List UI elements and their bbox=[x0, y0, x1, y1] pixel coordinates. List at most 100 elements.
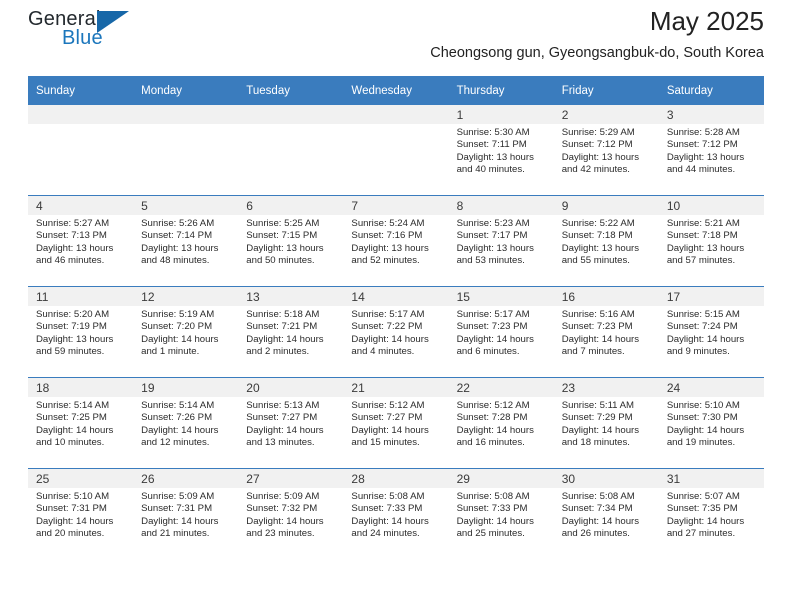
calendar-day[interactable]: 20 Sunrise: 5:13 AM Sunset: 7:27 PM Dayligh… bbox=[238, 378, 344, 468]
sunrise-text: Sunrise: 5:24 AM bbox=[351, 218, 425, 229]
day-details: Sunrise: 5:17 AM Sunset: 7:23 PM Daylight:… bbox=[449, 306, 554, 359]
calendar-day[interactable]: 13 Sunrise: 5:18 AM Sunset: 7:21 PM Dayligh… bbox=[238, 287, 344, 377]
calendar-cell: 25 Sunrise: 5:10 AM Sunset: 7:31 PM Dayligh… bbox=[28, 468, 134, 559]
calendar-day[interactable]: 10 Sunrise: 5:21 AM Sunset: 7:18 PM Dayligh… bbox=[658, 196, 764, 286]
calendar-day[interactable]: 5 Sunrise: 5:26 AM Sunset: 7:14 PM Daylight… bbox=[133, 196, 239, 286]
calendar-day[interactable]: 14 Sunrise: 5:17 AM Sunset: 7:22 PM Dayligh… bbox=[343, 287, 449, 377]
sunset-text: Sunset: 7:14 PM bbox=[141, 230, 213, 242]
sunset-text: Sunset: 7:26 PM bbox=[141, 412, 213, 424]
sunrise-text: Sunrise: 5:11 AM bbox=[561, 400, 635, 411]
daylight-text: Daylight: 13 hours and 50 minutes. bbox=[246, 242, 324, 267]
sunrise-text: Sunrise: 5:09 AM bbox=[141, 491, 215, 502]
day-number: 9 bbox=[553, 196, 659, 215]
calendar-cell: 11 Sunrise: 5:20 AM Sunset: 7:19 PM Dayligh… bbox=[28, 286, 134, 378]
day-number bbox=[343, 105, 449, 124]
calendar-day[interactable]: 26 Sunrise: 5:09 AM Sunset: 7:31 PM Dayligh… bbox=[133, 469, 239, 559]
sunrise-text: Sunrise: 5:18 AM bbox=[246, 309, 320, 320]
calendar-cell bbox=[133, 105, 239, 196]
calendar-cell: 15 Sunrise: 5:17 AM Sunset: 7:23 PM Dayligh… bbox=[448, 286, 554, 378]
calendar-day[interactable]: 9 Sunrise: 5:22 AM Sunset: 7:18 PM Daylight… bbox=[553, 196, 659, 286]
calendar-day[interactable]: 27 Sunrise: 5:09 AM Sunset: 7:32 PM Dayligh… bbox=[238, 469, 344, 559]
day-number: 13 bbox=[238, 287, 344, 306]
daylight-text: Daylight: 13 hours and 57 minutes. bbox=[666, 242, 745, 267]
calendar-cell: 26 Sunrise: 5:09 AM Sunset: 7:31 PM Dayligh… bbox=[133, 468, 239, 559]
daylight-text: Daylight: 14 hours and 24 minutes. bbox=[351, 515, 429, 540]
day-details: Sunrise: 5:11 AM Sunset: 7:29 PM Daylight:… bbox=[554, 397, 659, 450]
calendar-cell: 6 Sunrise: 5:25 AM Sunset: 7:15 PM Daylight… bbox=[238, 195, 344, 287]
sunset-text: Sunset: 7:29 PM bbox=[561, 412, 633, 424]
sunset-text: Sunset: 7:15 PM bbox=[246, 230, 318, 242]
calendar-day[interactable]: 18 Sunrise: 5:14 AM Sunset: 7:25 PM Dayligh… bbox=[28, 378, 134, 468]
day-number bbox=[28, 105, 134, 124]
day-details: Sunrise: 5:21 AM Sunset: 7:18 PM Daylight:… bbox=[659, 215, 764, 268]
day-details: Sunrise: 5:13 AM Sunset: 7:27 PM Daylight:… bbox=[238, 397, 343, 450]
day-details: Sunrise: 5:14 AM Sunset: 7:25 PM Daylight:… bbox=[28, 397, 133, 450]
sunrise-text: Sunrise: 5:10 AM bbox=[36, 491, 110, 502]
day-details: Sunrise: 5:22 AM Sunset: 7:18 PM Daylight:… bbox=[554, 215, 659, 268]
day-details: Sunrise: 5:23 AM Sunset: 7:17 PM Daylight:… bbox=[449, 215, 554, 268]
calendar-day[interactable]: 19 Sunrise: 5:14 AM Sunset: 7:26 PM Dayligh… bbox=[133, 378, 239, 468]
calendar-day[interactable]: 21 Sunrise: 5:12 AM Sunset: 7:27 PM Dayligh… bbox=[343, 378, 449, 468]
calendar-day[interactable]: 22 Sunrise: 5:12 AM Sunset: 7:28 PM Dayligh… bbox=[448, 378, 554, 468]
calendar-day[interactable]: 4 Sunrise: 5:27 AM Sunset: 7:13 PM Daylight… bbox=[28, 196, 134, 286]
calendar-cell: 23 Sunrise: 5:11 AM Sunset: 7:29 PM Dayligh… bbox=[553, 377, 659, 469]
calendar-day[interactable]: 29 Sunrise: 5:08 AM Sunset: 7:33 PM Dayligh… bbox=[448, 469, 554, 559]
calendar-day[interactable]: 17 Sunrise: 5:15 AM Sunset: 7:24 PM Dayligh… bbox=[658, 287, 764, 377]
sunset-text: Sunset: 7:18 PM bbox=[561, 230, 633, 242]
sunset-text: Sunset: 7:27 PM bbox=[246, 412, 318, 424]
sunset-text: Sunset: 7:34 PM bbox=[561, 503, 633, 515]
day-number: 28 bbox=[343, 469, 449, 488]
day-details: Sunrise: 5:19 AM Sunset: 7:20 PM Daylight:… bbox=[133, 306, 238, 359]
calendar-cell: 29 Sunrise: 5:08 AM Sunset: 7:33 PM Dayligh… bbox=[448, 468, 554, 559]
sunset-text: Sunset: 7:31 PM bbox=[36, 503, 107, 515]
calendar-day[interactable]: 24 Sunrise: 5:10 AM Sunset: 7:30 PM Dayligh… bbox=[658, 378, 764, 468]
calendar-day-empty bbox=[28, 105, 134, 195]
calendar-day[interactable]: 7 Sunrise: 5:24 AM Sunset: 7:16 PM Daylight… bbox=[343, 196, 449, 286]
sunset-text: Sunset: 7:17 PM bbox=[456, 230, 528, 242]
day-number: 27 bbox=[238, 469, 344, 488]
daylight-text: Daylight: 13 hours and 48 minutes. bbox=[141, 242, 219, 267]
sunset-text: Sunset: 7:12 PM bbox=[666, 139, 738, 151]
day-number: 24 bbox=[658, 378, 764, 397]
daylight-text: Daylight: 13 hours and 42 minutes. bbox=[561, 151, 640, 176]
day-details: Sunrise: 5:24 AM Sunset: 7:16 PM Daylight:… bbox=[343, 215, 448, 268]
calendar-day[interactable]: 15 Sunrise: 5:17 AM Sunset: 7:23 PM Dayligh… bbox=[448, 287, 554, 377]
day-number: 3 bbox=[658, 105, 764, 124]
sunrise-text: Sunrise: 5:30 AM bbox=[456, 127, 530, 138]
calendar-cell bbox=[28, 105, 134, 196]
calendar-day[interactable]: 1 Sunrise: 5:30 AM Sunset: 7:11 PM Daylight… bbox=[448, 105, 554, 195]
calendar-day[interactable]: 11 Sunrise: 5:20 AM Sunset: 7:19 PM Dayligh… bbox=[28, 287, 134, 377]
sunrise-text: Sunrise: 5:23 AM bbox=[456, 218, 530, 229]
calendar-day[interactable]: 8 Sunrise: 5:23 AM Sunset: 7:17 PM Daylight… bbox=[448, 196, 554, 286]
page-header: General Blue May 2025 Cheongsong gun, Gy… bbox=[28, 0, 764, 76]
calendar-day[interactable]: 31 Sunrise: 5:07 AM Sunset: 7:35 PM Dayligh… bbox=[658, 469, 764, 559]
sunrise-text: Sunrise: 5:09 AM bbox=[246, 491, 320, 502]
calendar-day[interactable]: 23 Sunrise: 5:11 AM Sunset: 7:29 PM Dayligh… bbox=[553, 378, 659, 468]
calendar-day[interactable]: 28 Sunrise: 5:08 AM Sunset: 7:33 PM Dayligh… bbox=[343, 469, 449, 559]
sunset-text: Sunset: 7:27 PM bbox=[351, 412, 423, 424]
daylight-text: Daylight: 13 hours and 46 minutes. bbox=[36, 242, 114, 267]
calendar-day[interactable]: 12 Sunrise: 5:19 AM Sunset: 7:20 PM Dayligh… bbox=[133, 287, 239, 377]
day-number: 12 bbox=[133, 287, 239, 306]
calendar-day[interactable]: 3 Sunrise: 5:28 AM Sunset: 7:12 PM Daylight… bbox=[658, 105, 764, 195]
day-details: Sunrise: 5:18 AM Sunset: 7:21 PM Daylight:… bbox=[238, 306, 343, 359]
general-blue-logo[interactable]: General Blue bbox=[28, 8, 140, 58]
day-number: 2 bbox=[553, 105, 659, 124]
daylight-text: Daylight: 14 hours and 19 minutes. bbox=[666, 424, 745, 449]
calendar-day[interactable]: 2 Sunrise: 5:29 AM Sunset: 7:12 PM Daylight… bbox=[553, 105, 659, 195]
calendar-cell: 18 Sunrise: 5:14 AM Sunset: 7:25 PM Dayligh… bbox=[28, 377, 134, 469]
weekday-header-monday: Monday bbox=[133, 76, 239, 105]
sunset-text: Sunset: 7:31 PM bbox=[141, 503, 213, 515]
sunrise-text: Sunrise: 5:08 AM bbox=[561, 491, 635, 502]
calendar-day[interactable]: 30 Sunrise: 5:08 AM Sunset: 7:34 PM Dayligh… bbox=[553, 469, 659, 559]
calendar-day[interactable]: 6 Sunrise: 5:25 AM Sunset: 7:15 PM Daylight… bbox=[238, 196, 344, 286]
sunrise-text: Sunrise: 5:08 AM bbox=[351, 491, 425, 502]
logo-text-blue: Blue bbox=[62, 27, 103, 49]
day-details: Sunrise: 5:12 AM Sunset: 7:28 PM Daylight:… bbox=[449, 397, 554, 450]
calendar-day[interactable]: 25 Sunrise: 5:10 AM Sunset: 7:31 PM Dayligh… bbox=[28, 469, 134, 559]
sunrise-text: Sunrise: 5:08 AM bbox=[456, 491, 530, 502]
sunrise-text: Sunrise: 5:29 AM bbox=[561, 127, 635, 138]
calendar-day[interactable]: 16 Sunrise: 5:16 AM Sunset: 7:23 PM Dayligh… bbox=[553, 287, 659, 377]
calendar-cell: 10 Sunrise: 5:21 AM Sunset: 7:18 PM Dayligh… bbox=[658, 195, 764, 287]
weekday-header-tuesday: Tuesday bbox=[238, 76, 344, 105]
